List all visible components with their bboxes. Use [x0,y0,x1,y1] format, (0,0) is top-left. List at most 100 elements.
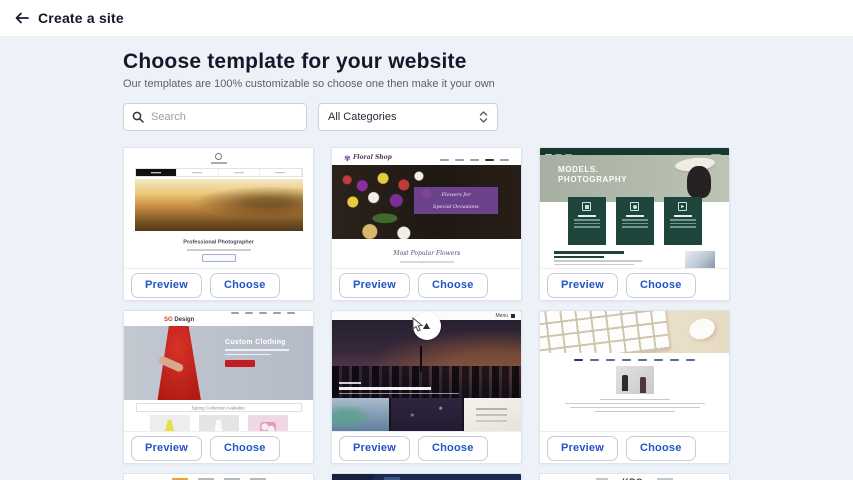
card-actions: Preview Choose [332,269,521,301]
sketch-thumb [464,398,521,432]
camera-icon [582,202,591,211]
filter-controls: All Categories [123,103,853,131]
template-card-city-travel: Menu ⛰ Preview Choose [331,310,522,464]
thumb-cta-button [202,254,236,262]
keyboard-shape [540,311,670,353]
thumb-header-bar: SG Design [124,311,313,326]
thumb-subline [187,249,251,251]
app-header: Create a site [0,0,853,37]
thumb-header-bar: ✾Floral Shop [332,148,521,165]
thumb-logo: Floral Shop [353,153,392,160]
template-thumbnail-partial-2[interactable] [332,474,521,480]
keyboard-photo [540,311,729,353]
template-thumbnail-models-photography[interactable]: MODELS. PHOTOGRAPHY [540,148,729,269]
template-thumbnail-photographer[interactable]: Professional Photographer [124,148,313,269]
night-sky-thumb [391,398,463,432]
template-thumbnail-city-travel[interactable]: Menu ⛰ [332,311,521,432]
video-icon [678,202,687,211]
thumb-top-bar [540,148,729,155]
template-thumbnail-partial-3[interactable]: KPC [540,474,729,480]
preview-button[interactable]: Preview [131,273,202,298]
thumb-menu-label: Menu [495,313,508,319]
card-actions: Preview Choose [540,269,729,301]
office-photo [616,366,654,394]
thumb-logo-text [211,162,227,164]
thumb-nav-bar [135,168,303,177]
product-white-dress [199,415,239,432]
hero-text-overlay [339,382,459,394]
choose-button[interactable]: Choose [626,273,696,298]
banner-line2: Special Occasions [433,204,479,210]
template-card-sg-design: SG Design Custom Clothing Spring Collect… [123,310,314,464]
thumb-hero-image: Flowers for Special Occasions [332,165,521,239]
statue-of-liberty-thumb [332,398,389,432]
product-yellow-dress [150,415,190,432]
photo-icon [630,202,639,211]
card-actions: Preview Choose [540,432,729,464]
thumb-hero-image [135,179,303,231]
choose-button[interactable]: Choose [210,436,280,461]
template-card-photographer: Professional Photographer Preview Choose [123,147,314,301]
thumb-hero-image: Custom Clothing [124,326,313,400]
circular-logo-badge: ⛰ [413,312,441,340]
up-down-carets-icon [479,110,488,124]
category-select[interactable]: All Categories [318,103,498,131]
choose-button[interactable]: Choose [210,273,280,298]
template-thumbnail-partial-1[interactable] [124,474,313,480]
card-actions: Preview Choose [124,432,313,464]
template-thumbnail-keyboard-business[interactable] [540,311,729,432]
thumb-body-image [685,251,715,269]
category-select-value: All Categories [328,111,396,123]
preview-button[interactable]: Preview [339,436,410,461]
model-figure [687,166,711,198]
choose-button[interactable]: Choose [418,436,488,461]
hero-copy: Custom Clothing [225,339,289,367]
template-card-keyboard-business: Preview Choose [539,310,730,464]
preview-button[interactable]: Preview [547,273,618,298]
back-button[interactable] [10,6,34,30]
footer-script-text: Most Popular Flowers [393,249,460,256]
search-icon [132,111,144,123]
template-card-partial-1 [123,473,314,480]
choose-button[interactable]: Choose [418,273,488,298]
preview-button[interactable]: Preview [131,436,202,461]
mountain-logo-icon: ⛰ [423,322,431,331]
search-box[interactable] [123,103,307,131]
thumb-nav-links [540,359,729,361]
choose-button[interactable]: Choose [626,436,696,461]
search-input[interactable] [151,111,281,123]
gallery-thumbnails [332,398,521,432]
page-header-title: Create a site [38,10,124,26]
menu-icon [511,314,515,318]
footer-subline [400,261,454,263]
flower-logo-icon: ✾ [344,154,351,163]
tower-spire [420,346,422,372]
template-thumbnail-sg-design[interactable]: SG Design Custom Clothing Spring Collect… [124,311,313,432]
thumb-heading: Professional Photographer [183,239,254,245]
page-subtitle: Our templates are 100% customizable so c… [123,78,853,90]
template-card-floral-shop: ✾Floral Shop Flowers for Special Occasio… [331,147,522,301]
preview-button[interactable]: Preview [339,273,410,298]
thumb-footer: Most Popular Flowers [332,239,521,269]
product-thumbnails [124,415,313,432]
banner-line1: Flowers for [441,192,470,198]
card-actions: Preview Choose [124,269,313,301]
template-card-models-photography: MODELS. PHOTOGRAPHY Preview Choose [539,147,730,301]
product-pink-set [248,415,288,432]
thumb-hero-image: MODELS. PHOTOGRAPHY [540,155,729,202]
thumb-banner: Flowers for Special Occasions [414,187,498,214]
template-grid: Professional Photographer Preview Choose… [123,147,730,480]
collection-strip: Spring Collection Available [136,403,302,412]
thumb-logo-mark [215,153,222,160]
thumb-text-lines [540,399,729,413]
card-actions: Preview Choose [332,432,521,464]
thumb-nav-links [434,148,509,166]
hero-heading: Custom Clothing [225,339,289,346]
template-thumbnail-floral-shop[interactable]: ✾Floral Shop Flowers for Special Occasio… [332,148,521,269]
logo-accent: SG [164,315,173,322]
template-card-partial-2 [331,473,522,480]
template-card-partial-3: KPC [539,473,730,480]
preview-button[interactable]: Preview [547,436,618,461]
back-arrow-icon [14,10,30,26]
logo-rest: Design [173,315,195,322]
